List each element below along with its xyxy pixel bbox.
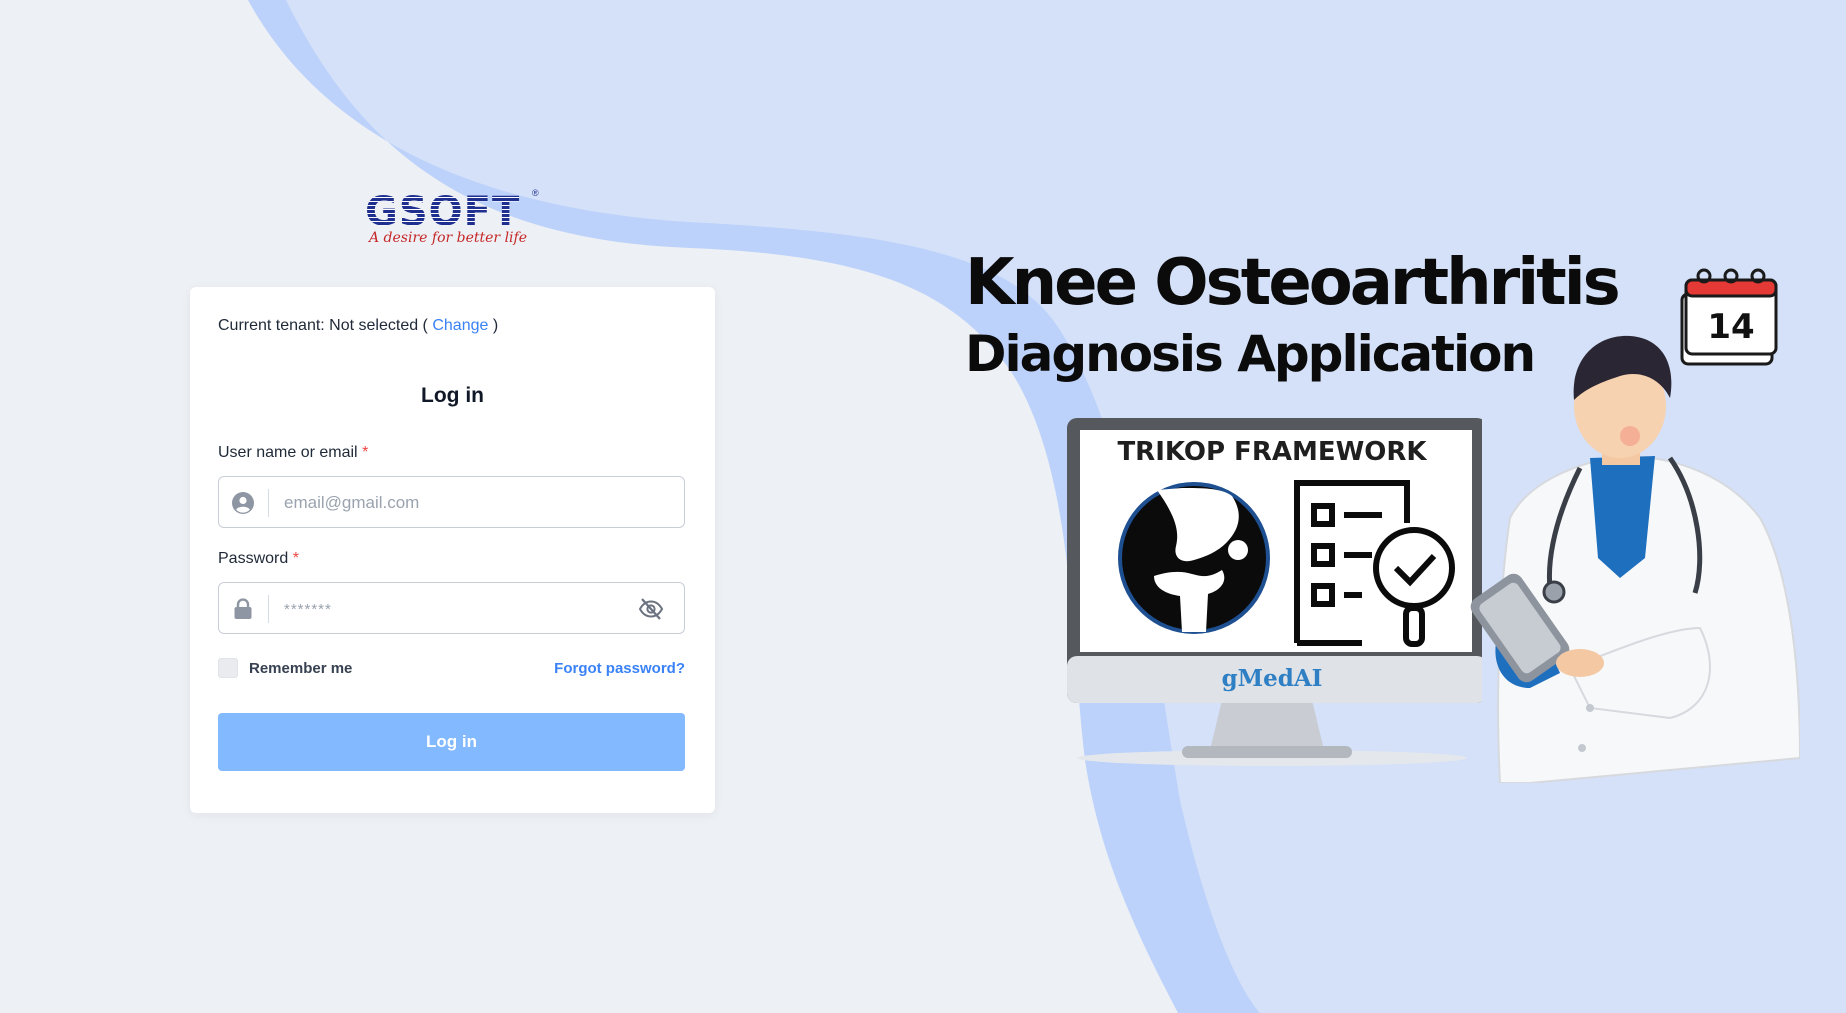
- username-field-divider: [268, 489, 269, 517]
- password-label: Password *: [218, 550, 299, 568]
- forgot-password-link[interactable]: Forgot password?: [554, 660, 685, 677]
- doctor-hand-right: [1556, 649, 1604, 677]
- username-label: User name or email *: [218, 444, 368, 462]
- gsoft-logo: GSOFT ® A desire for better life: [365, 188, 545, 254]
- monitor-illustration: TRIKOP FRAMEWORK gMedAI: [1067, 418, 1482, 766]
- login-card: Current tenant: Not selected ( Change ) …: [190, 287, 715, 813]
- monitor-stand-foot: [1182, 746, 1352, 758]
- remember-me-label[interactable]: Remember me: [249, 660, 352, 677]
- username-input[interactable]: [282, 477, 616, 529]
- logo-wordmark: GSOFT: [365, 189, 521, 235]
- password-field[interactable]: [218, 582, 685, 635]
- monitor-header-text: TRIKOP FRAMEWORK: [1117, 437, 1427, 467]
- eye-off-icon[interactable]: [638, 597, 664, 621]
- coat-button-2: [1586, 704, 1594, 712]
- password-required-mark: *: [292, 550, 299, 567]
- password-field-divider: [268, 595, 269, 623]
- username-field[interactable]: [218, 476, 685, 529]
- doctor-cheek: [1620, 426, 1640, 446]
- tenant-info: Current tenant: Not selected ( Change ): [218, 317, 498, 335]
- lock-icon: [234, 598, 252, 619]
- logo-tagline: A desire for better life: [369, 230, 527, 246]
- hero-title-line2: Diagnosis Application: [965, 325, 1536, 383]
- coat-button-1: [1578, 744, 1586, 752]
- tenant-status: Current tenant: Not selected (: [218, 317, 428, 334]
- logo-registered-mark: ®: [532, 188, 539, 198]
- monitor-stand: [1210, 700, 1324, 750]
- hero-title-line1: Knee Osteoarthritis: [965, 246, 1621, 320]
- login-button[interactable]: Log in: [218, 713, 685, 771]
- calendar-day: 14: [1707, 307, 1754, 347]
- password-label-text: Password: [218, 550, 289, 567]
- doctor-illustration: [1470, 335, 1800, 783]
- user-circle-icon: [232, 492, 254, 514]
- change-tenant-link[interactable]: Change: [432, 317, 488, 334]
- username-label-text: User name or email: [218, 444, 358, 461]
- login-title: Log in: [421, 384, 484, 407]
- remember-me-checkbox[interactable]: [218, 658, 238, 678]
- calendar-icon: 14: [1680, 268, 1778, 366]
- monitor-brand-text: gMedAI: [1222, 665, 1323, 692]
- doctor-stethoscope-chest: [1542, 580, 1566, 604]
- password-input[interactable]: [282, 583, 616, 635]
- knee-joint-icon: [1118, 482, 1270, 634]
- tenant-close-paren: ): [492, 317, 499, 334]
- username-required-mark: *: [362, 444, 369, 461]
- remember-me-row: Remember me: [218, 658, 352, 678]
